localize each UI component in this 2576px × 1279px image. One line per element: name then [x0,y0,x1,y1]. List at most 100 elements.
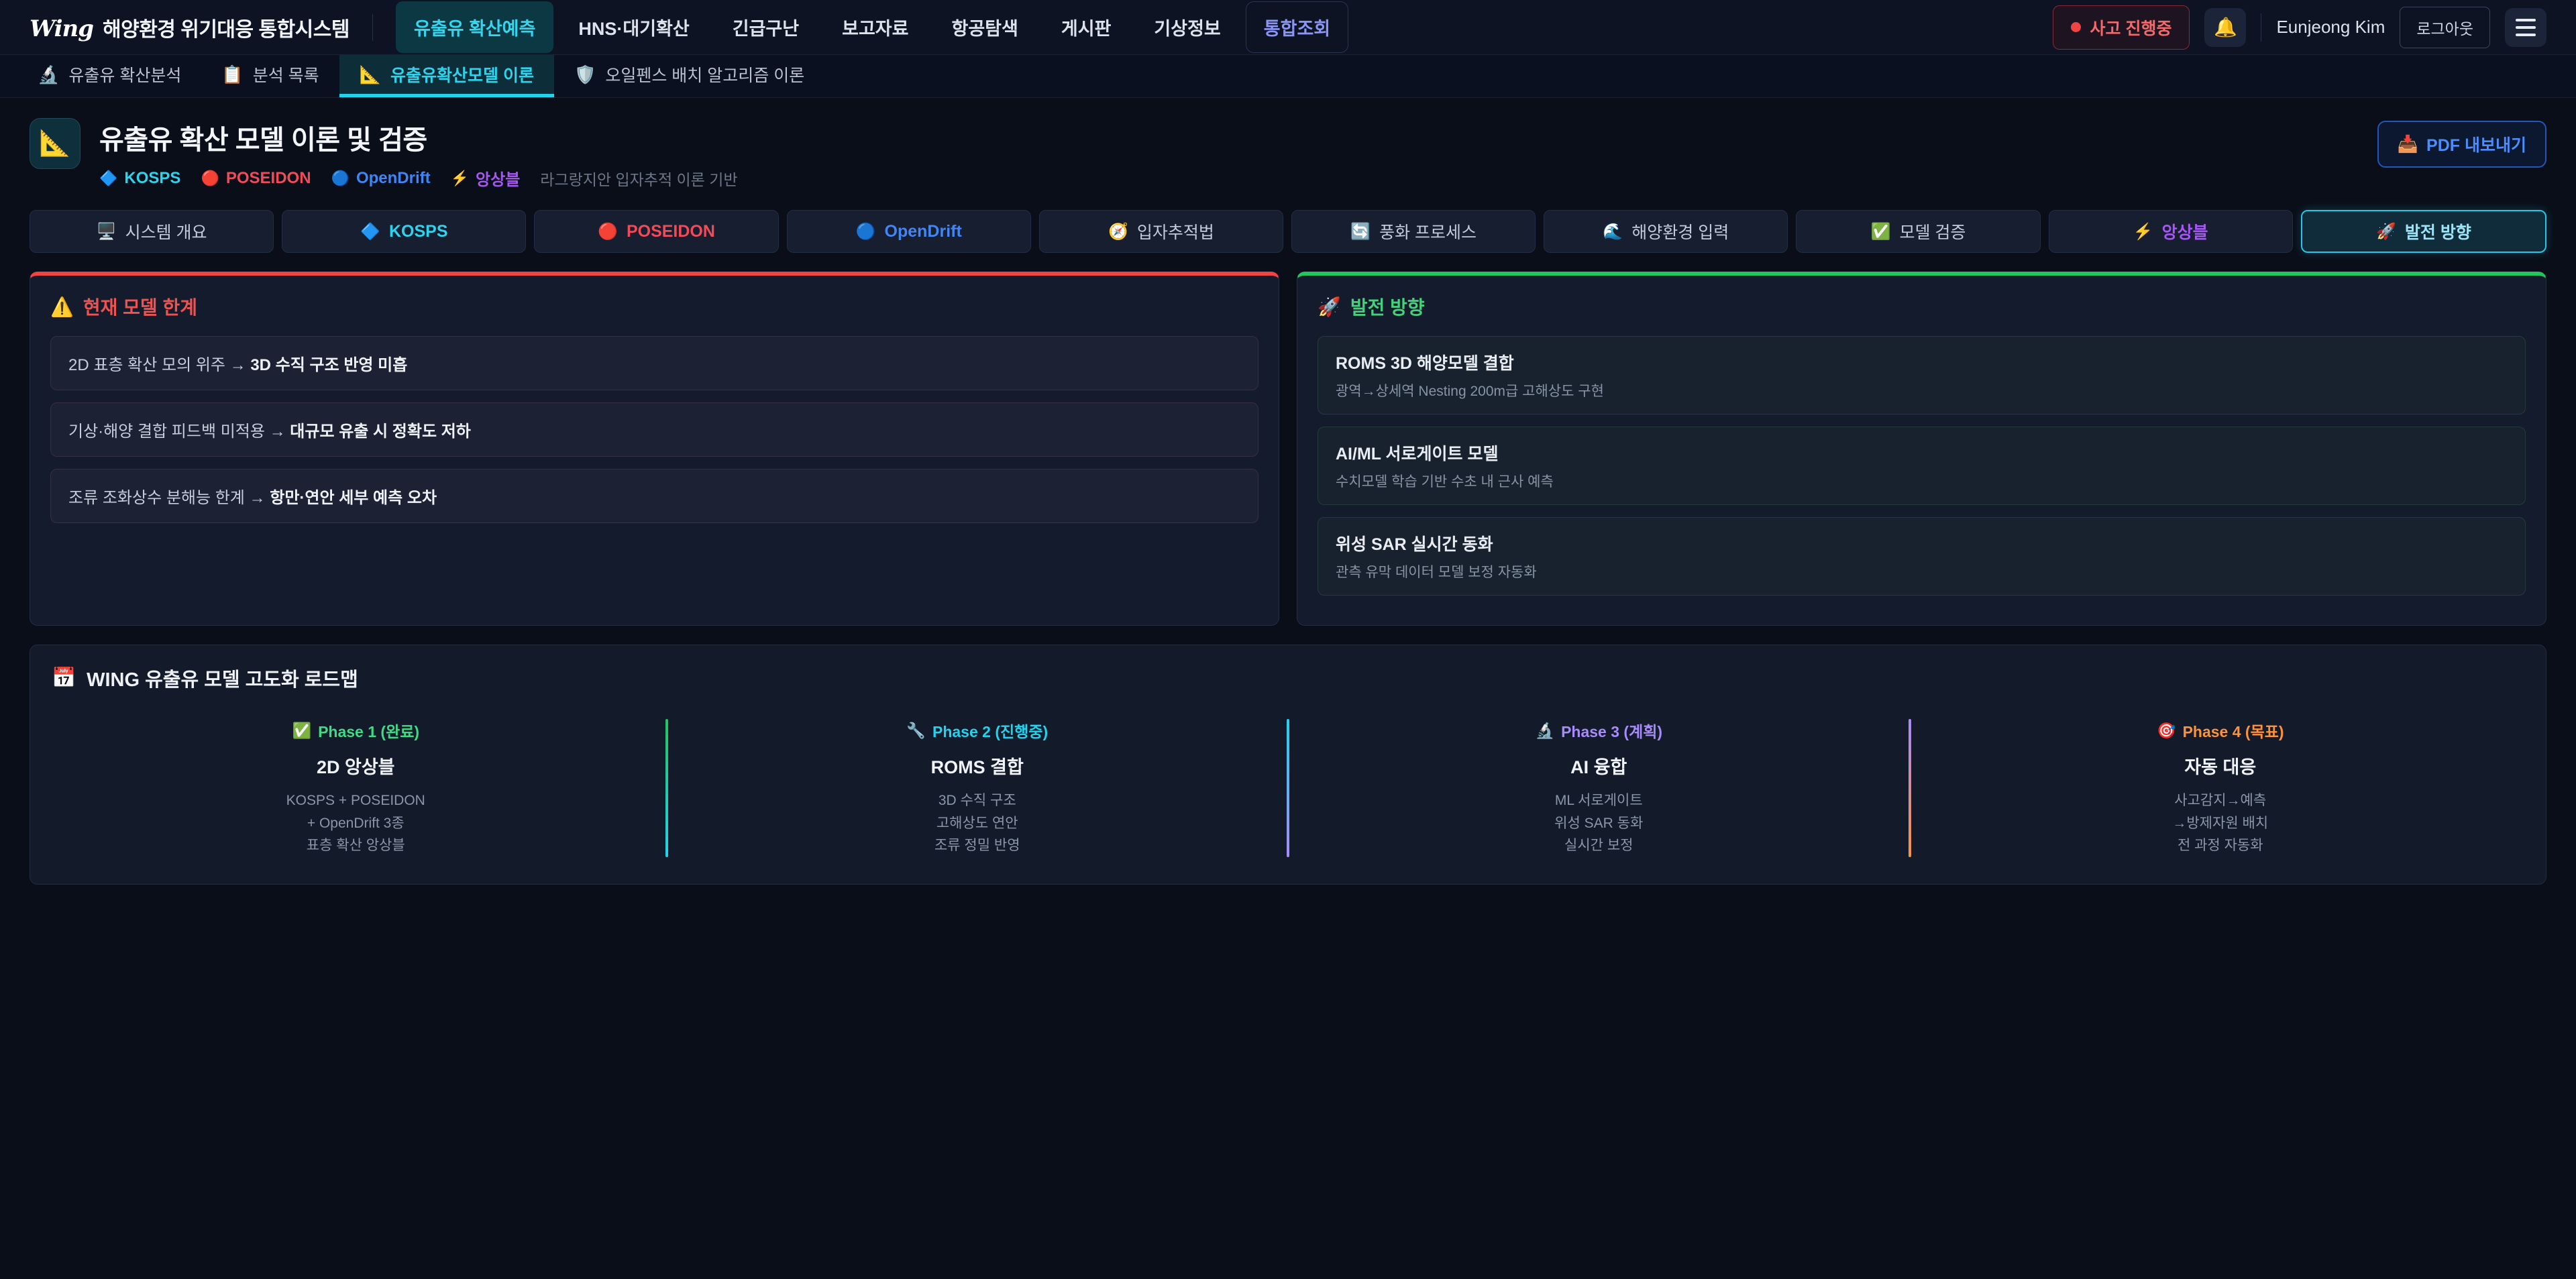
incident-dot-icon [2071,22,2081,32]
limitation-item: 조류 조화상수 분해능 한계 → 항만·연안 세부 예측 오차 [50,469,1258,523]
lightning-icon: ⚡ [2133,222,2153,241]
page-subtitle: 라그랑지안 입자추적 이론 기반 [540,167,737,190]
blue-diamond-icon: 🔷 [99,170,117,187]
wrench-icon: 🔧 [906,722,926,740]
phase-1-column: ✅ Phase 1 (완료) 2D 앙상블 KOSPS + POSEIDON +… [52,719,660,857]
section-btn-ocean-env-input[interactable]: 🌊 해양환경 입력 [1544,210,1788,253]
nav-item-oil-spill-prediction[interactable]: 유출유 확산예측 [396,1,553,53]
tab-oil-fence-algorithm-theory[interactable]: 🛡️ 오일펜스 배치 알고리즘 이론 [554,55,824,97]
phase-divider-cyan-purple [1287,719,1289,857]
badge-ensemble: ⚡ 앙상블 [451,166,521,190]
section-btn-opendrift[interactable]: 🔵 OpenDrift [787,210,1031,253]
compass-icon: 🧭 [1108,222,1128,241]
nav-item-hns-diffusion[interactable]: HNS·대기확산 [560,1,707,53]
app-title: 해양환경 위기대응 통합시스템 [103,13,350,42]
top-bar: Wing 해양환경 위기대응 통합시스템 유출유 확산예측 HNS·대기확산 긴… [0,0,2576,55]
tab-label: 유출유 확산분석 [68,62,181,87]
microscope-icon: 🔬 [38,64,59,85]
monitor-icon: 🖥️ [97,222,117,241]
hamburger-menu-button[interactable] [2505,8,2546,47]
clipboard-icon: 📋 [221,64,243,85]
incident-in-progress-badge[interactable]: 사고 진행중 [2053,5,2190,50]
tab-label: 분석 목록 [253,62,319,87]
red-circle-icon: 🔴 [201,170,219,187]
wave-icon: 🌊 [1603,222,1623,241]
tab-label: 오일펜스 배치 알고리즘 이론 [605,62,804,87]
limitation-item: 기상·해양 결합 피드백 미적용 → 대규모 유출 시 정확도 저하 [50,402,1258,457]
future-item: 위성 SAR 실시간 동화 관측 유막 데이터 모델 보정 자동화 [1318,517,2526,596]
future-item: ROMS 3D 해양모델 결합 광역→상세역 Nesting 200m급 고해상… [1318,336,2526,414]
phase-2-column: 🔧 Phase 2 (진행중) ROMS 결합 3D 수직 구조 고해상도 연안… [674,719,1282,857]
blue-circle-icon: 🔵 [331,170,350,187]
cards-row: ⚠️ 현재 모델 한계 2D 표층 확산 모의 위주 → 3D 수직 구조 반영… [30,272,2546,626]
shield-icon: 🛡️ [574,64,596,85]
future-card-title: 🚀 발전 방향 [1318,293,2526,320]
nav-item-integrated-search[interactable]: 통합조회 [1246,1,1348,53]
topbar-right-cluster: 사고 진행중 🔔 Eunjeong Kim 로그아웃 [2053,5,2546,50]
cycle-arrows-icon: 🔄 [1350,222,1371,241]
logo: Wing 해양환경 위기대응 통합시스템 [30,13,350,42]
section-btn-particle-tracking[interactable]: 🧭 입자추적법 [1039,210,1283,253]
rocket-icon: 🚀 [1318,296,1341,318]
logout-button[interactable]: 로그아웃 [2400,7,2490,48]
blue-diamond-icon: 🔷 [360,222,380,241]
roadmap-title: 📅 WING 유출유 모델 고도화 로드맵 [52,664,2524,692]
limitations-card-title: ⚠️ 현재 모델 한계 [50,293,1258,320]
hamburger-icon [2516,19,2536,21]
phase-2-name: ROMS 결합 [674,753,1282,779]
roadmap-card: 📅 WING 유출유 모델 고도화 로드맵 ✅ Phase 1 (완료) 2D … [30,645,2546,885]
page-title-ruler-icon: 📐 [30,118,80,169]
phase-4-column: 🎯 Phase 4 (목표) 자동 대응 사고감지→예측 →방제자원 배치 전 … [1917,719,2525,857]
incident-badge-label: 사고 진행중 [2090,15,2172,40]
section-nav: 🖥️ 시스템 개요 🔷 KOSPS 🔴 POSEIDON 🔵 OpenDrift… [30,210,2546,253]
calendar-icon: 📅 [52,667,76,689]
red-circle-icon: 🔴 [598,222,618,241]
logo-divider [372,14,373,41]
future-direction-card: 🚀 발전 방향 ROMS 3D 해양모델 결합 광역→상세역 Nesting 2… [1297,272,2546,626]
tab-analysis-list[interactable]: 📋 분석 목록 [201,55,339,97]
section-btn-model-validation[interactable]: ✅ 모델 검증 [1796,210,2040,253]
nav-item-aerial-search[interactable]: 항공탐색 [933,1,1036,53]
check-icon: ✅ [1871,222,1891,241]
section-btn-system-overview[interactable]: 🖥️ 시스템 개요 [30,210,274,253]
nav-item-emergency-rescue[interactable]: 긴급구난 [714,1,817,53]
rocket-icon: 🚀 [2376,222,2396,241]
badge-poseidon: 🔴 POSEIDON [201,169,311,188]
phase-2-label: 🔧 Phase 2 (진행중) [674,719,1282,742]
badge-opendrift: 🔵 OpenDrift [331,169,431,188]
lightning-icon: ⚡ [451,170,469,187]
check-icon: ✅ [292,722,311,740]
phase-3-column: 🔬 Phase 3 (계획) AI 융합 ML 서로게이트 위성 SAR 동화 … [1295,719,1903,857]
phase-1-name: 2D 앙상블 [52,753,660,779]
logo-wing-icon: Wing [30,15,93,42]
future-item: AI/ML 서로게이트 모델 수치모델 학습 기반 수초 내 근사 예측 [1318,427,2526,505]
triangular-ruler-icon: 📐 [360,64,381,85]
microscope-icon: 🔬 [1535,722,1554,740]
nav-item-reports[interactable]: 보고자료 [824,1,926,53]
section-btn-weathering-process[interactable]: 🔄 풍화 프로세스 [1291,210,1536,253]
section-btn-poseidon[interactable]: 🔴 POSEIDON [534,210,778,253]
section-btn-kosps[interactable]: 🔷 KOSPS [282,210,526,253]
section-btn-ensemble[interactable]: ⚡ 앙상블 [2049,210,2293,253]
warning-icon: ⚠️ [50,296,74,318]
phase-4-label: 🎯 Phase 4 (목표) [1917,719,2525,742]
tab-label: 유출유확산모델 이론 [390,62,534,87]
limitation-item: 2D 표층 확산 모의 위주 → 3D 수직 구조 반영 미흡 [50,336,1258,390]
model-badge-row: 🔷 KOSPS 🔴 POSEIDON 🔵 OpenDrift ⚡ 앙상블 라그랑… [99,166,738,190]
tab-diffusion-model-theory[interactable]: 📐 유출유확산모델 이론 [339,55,554,97]
phase-divider-purple-orange [1909,719,1911,857]
page-title: 유출유 확산 모델 이론 및 검증 [99,118,738,157]
pdf-export-button[interactable]: 📥 PDF 내보내기 [2377,121,2546,168]
target-icon: 🎯 [2157,722,2176,740]
notification-button[interactable]: 🔔 [2204,8,2246,47]
user-name: Eunjeong Kim [2276,17,2385,38]
blue-circle-icon: 🔵 [856,222,876,241]
tab-oil-spill-analysis[interactable]: 🔬 유출유 확산분석 [17,55,201,97]
section-btn-future-direction[interactable]: 🚀 발전 방향 [2301,210,2546,253]
current-limitations-card: ⚠️ 현재 모델 한계 2D 표층 확산 모의 위주 → 3D 수직 구조 반영… [30,272,1279,626]
badge-kosps: 🔷 KOSPS [99,169,180,188]
phase-1-label: ✅ Phase 1 (완료) [52,719,660,742]
phase-4-name: 자동 대응 [1917,753,2525,779]
nav-item-weather-info[interactable]: 기상정보 [1136,1,1238,53]
nav-item-board[interactable]: 게시판 [1043,1,1130,53]
